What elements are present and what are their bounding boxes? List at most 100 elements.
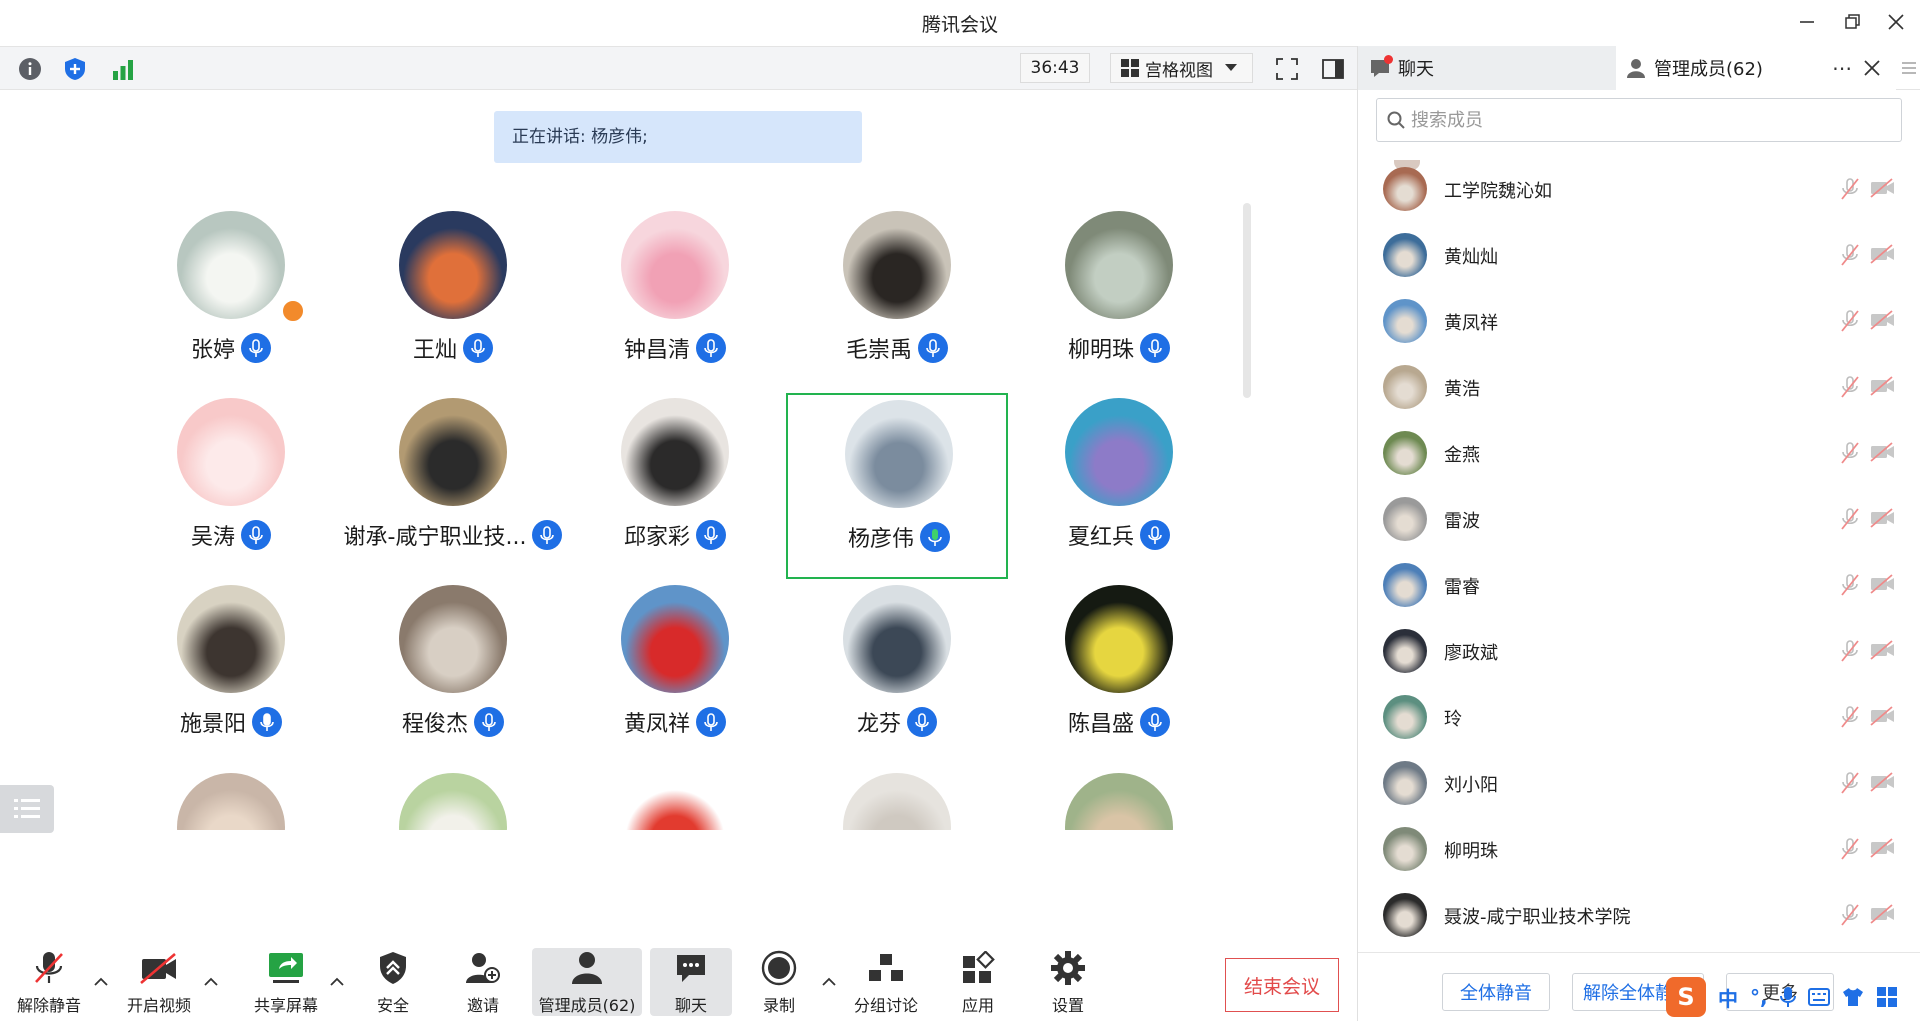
mic-muted-icon[interactable]: [1839, 771, 1861, 799]
member-row[interactable]: 黄凤祥: [1358, 288, 1920, 354]
mic-muted-icon[interactable]: [1839, 177, 1861, 205]
apps-button[interactable]: 应用: [958, 948, 998, 1016]
participant-tile[interactable]: 施景阳: [120, 580, 342, 766]
share-screen-button[interactable]: 共享屏幕: [250, 948, 322, 1016]
participant-tile[interactable]: 程俊杰: [342, 580, 564, 766]
participant-tile[interactable]: 杨彦伟: [786, 393, 1008, 579]
tab-members[interactable]: 管理成员(62) ⋯: [1616, 46, 1896, 90]
participant-tile[interactable]: 龙芬: [786, 580, 1008, 766]
breakout-rooms-button[interactable]: 分组讨论: [852, 948, 920, 1016]
grid-scrollbar[interactable]: [1243, 203, 1251, 398]
list-toggle-button[interactable]: [0, 785, 54, 833]
member-row[interactable]: 柳明珠: [1358, 816, 1920, 882]
video-off-icon[interactable]: [1870, 706, 1896, 730]
member-search[interactable]: [1376, 98, 1902, 142]
participant-tile[interactable]: [120, 768, 342, 830]
invite-button[interactable]: 邀请: [460, 948, 506, 1016]
skin-shirt-icon[interactable]: [1842, 987, 1864, 1007]
member-row[interactable]: 廖政斌: [1358, 618, 1920, 684]
restore-button[interactable]: [1836, 8, 1868, 36]
participant-tile[interactable]: 张婷: [120, 206, 342, 392]
network-signal-icon[interactable]: [108, 54, 138, 84]
mic-muted-icon[interactable]: [1839, 837, 1861, 865]
participant-tile[interactable]: 吴涛: [120, 393, 342, 579]
video-off-icon[interactable]: [1870, 310, 1896, 334]
ime-mic-icon[interactable]: [1779, 986, 1796, 1008]
member-row[interactable]: 聂波-咸宁职业技术学院: [1358, 882, 1920, 948]
manage-members-button[interactable]: 管理成员(62): [532, 948, 642, 1016]
mic-muted-icon[interactable]: [1839, 573, 1861, 601]
mic-muted-icon[interactable]: [1839, 375, 1861, 403]
mic-muted-icon[interactable]: [1839, 705, 1861, 733]
security-button[interactable]: 安全: [370, 948, 416, 1016]
ime-grid-icon[interactable]: [1876, 986, 1898, 1008]
video-options-caret[interactable]: [202, 972, 220, 990]
participant-tile[interactable]: [786, 768, 1008, 830]
close-window-button[interactable]: [1880, 8, 1912, 36]
unmute-button[interactable]: 解除静音: [14, 948, 84, 1016]
end-meeting-button[interactable]: 结束会议: [1225, 958, 1339, 1012]
chat-button[interactable]: 聊天: [650, 948, 732, 1016]
participant-tile[interactable]: 毛崇禹: [786, 206, 1008, 392]
info-icon[interactable]: [15, 54, 45, 84]
video-off-icon[interactable]: [1870, 640, 1896, 664]
video-off-icon[interactable]: [1870, 508, 1896, 532]
tab-chat[interactable]: 聊天: [1358, 46, 1616, 90]
search-input[interactable]: [1411, 109, 1881, 131]
start-video-button[interactable]: 开启视频: [124, 948, 194, 1016]
participant-tile[interactable]: 夏红兵: [1008, 393, 1230, 579]
member-row[interactable]: 金燕: [1358, 420, 1920, 486]
video-off-icon[interactable]: [1870, 772, 1896, 796]
mic-muted-icon[interactable]: [1839, 903, 1861, 931]
member-row[interactable]: 刘小阳: [1358, 750, 1920, 816]
video-off-icon: [139, 948, 179, 988]
participant-tile[interactable]: [342, 768, 564, 830]
participant-tile[interactable]: 陈昌盛: [1008, 580, 1230, 766]
member-row[interactable]: 黄灿灿: [1358, 222, 1920, 288]
mic-muted-icon[interactable]: [1839, 441, 1861, 469]
share-options-caret[interactable]: [328, 972, 346, 990]
member-row[interactable]: 雷波: [1358, 486, 1920, 552]
fullscreen-icon[interactable]: [1272, 54, 1302, 84]
participant-tile[interactable]: 谢承-咸宁职业技...: [342, 393, 564, 579]
participant-tile[interactable]: [1008, 768, 1230, 830]
keyboard-icon[interactable]: [1807, 988, 1830, 1006]
video-off-icon[interactable]: [1870, 178, 1896, 202]
mute-all-button[interactable]: 全体静音: [1442, 973, 1550, 1011]
record-button[interactable]: 录制: [756, 948, 802, 1016]
sogou-logo-icon[interactable]: S: [1666, 977, 1706, 1017]
video-off-icon[interactable]: [1870, 574, 1896, 598]
shield-icon[interactable]: [60, 54, 90, 84]
mic-muted-icon[interactable]: [1839, 309, 1861, 337]
participant-tile[interactable]: 柳明珠: [1008, 206, 1230, 392]
participant-tile[interactable]: 邱家彩: [564, 393, 786, 579]
side-panel-toggle-icon[interactable]: [1318, 54, 1348, 84]
more-options-icon[interactable]: ⋯: [1832, 56, 1852, 80]
member-row[interactable]: 玲: [1358, 684, 1920, 750]
settings-button[interactable]: 设置: [1048, 948, 1088, 1016]
video-off-icon[interactable]: [1870, 442, 1896, 466]
panel-menu-icon[interactable]: [1896, 46, 1920, 90]
ime-language[interactable]: 中: [1718, 983, 1738, 1012]
ime-punctuation[interactable]: °,: [1750, 985, 1768, 1009]
video-off-icon[interactable]: [1870, 904, 1896, 928]
audio-options-caret[interactable]: [92, 972, 110, 990]
mic-muted-icon[interactable]: [1839, 507, 1861, 535]
participant-tile[interactable]: [564, 768, 786, 830]
mic-muted-icon[interactable]: [1839, 243, 1861, 271]
minimize-button[interactable]: [1791, 8, 1823, 36]
close-panel-icon[interactable]: [1864, 60, 1880, 76]
participant-tile[interactable]: 钟昌清: [564, 206, 786, 392]
member-row[interactable]: 雷睿: [1358, 552, 1920, 618]
video-off-icon[interactable]: [1870, 838, 1896, 862]
participant-tile[interactable]: 王灿: [342, 206, 564, 392]
member-row[interactable]: 工学院魏沁如: [1358, 156, 1920, 222]
video-off-icon[interactable]: [1870, 244, 1896, 268]
participant-tile[interactable]: 黄凤祥: [564, 580, 786, 766]
participant-avatar: [399, 211, 507, 319]
mic-muted-icon[interactable]: [1839, 639, 1861, 667]
video-off-icon[interactable]: [1870, 376, 1896, 400]
gallery-view-button[interactable]: 宫格视图: [1110, 53, 1253, 83]
member-row[interactable]: 黄浩: [1358, 354, 1920, 420]
record-options-caret[interactable]: [820, 972, 838, 990]
